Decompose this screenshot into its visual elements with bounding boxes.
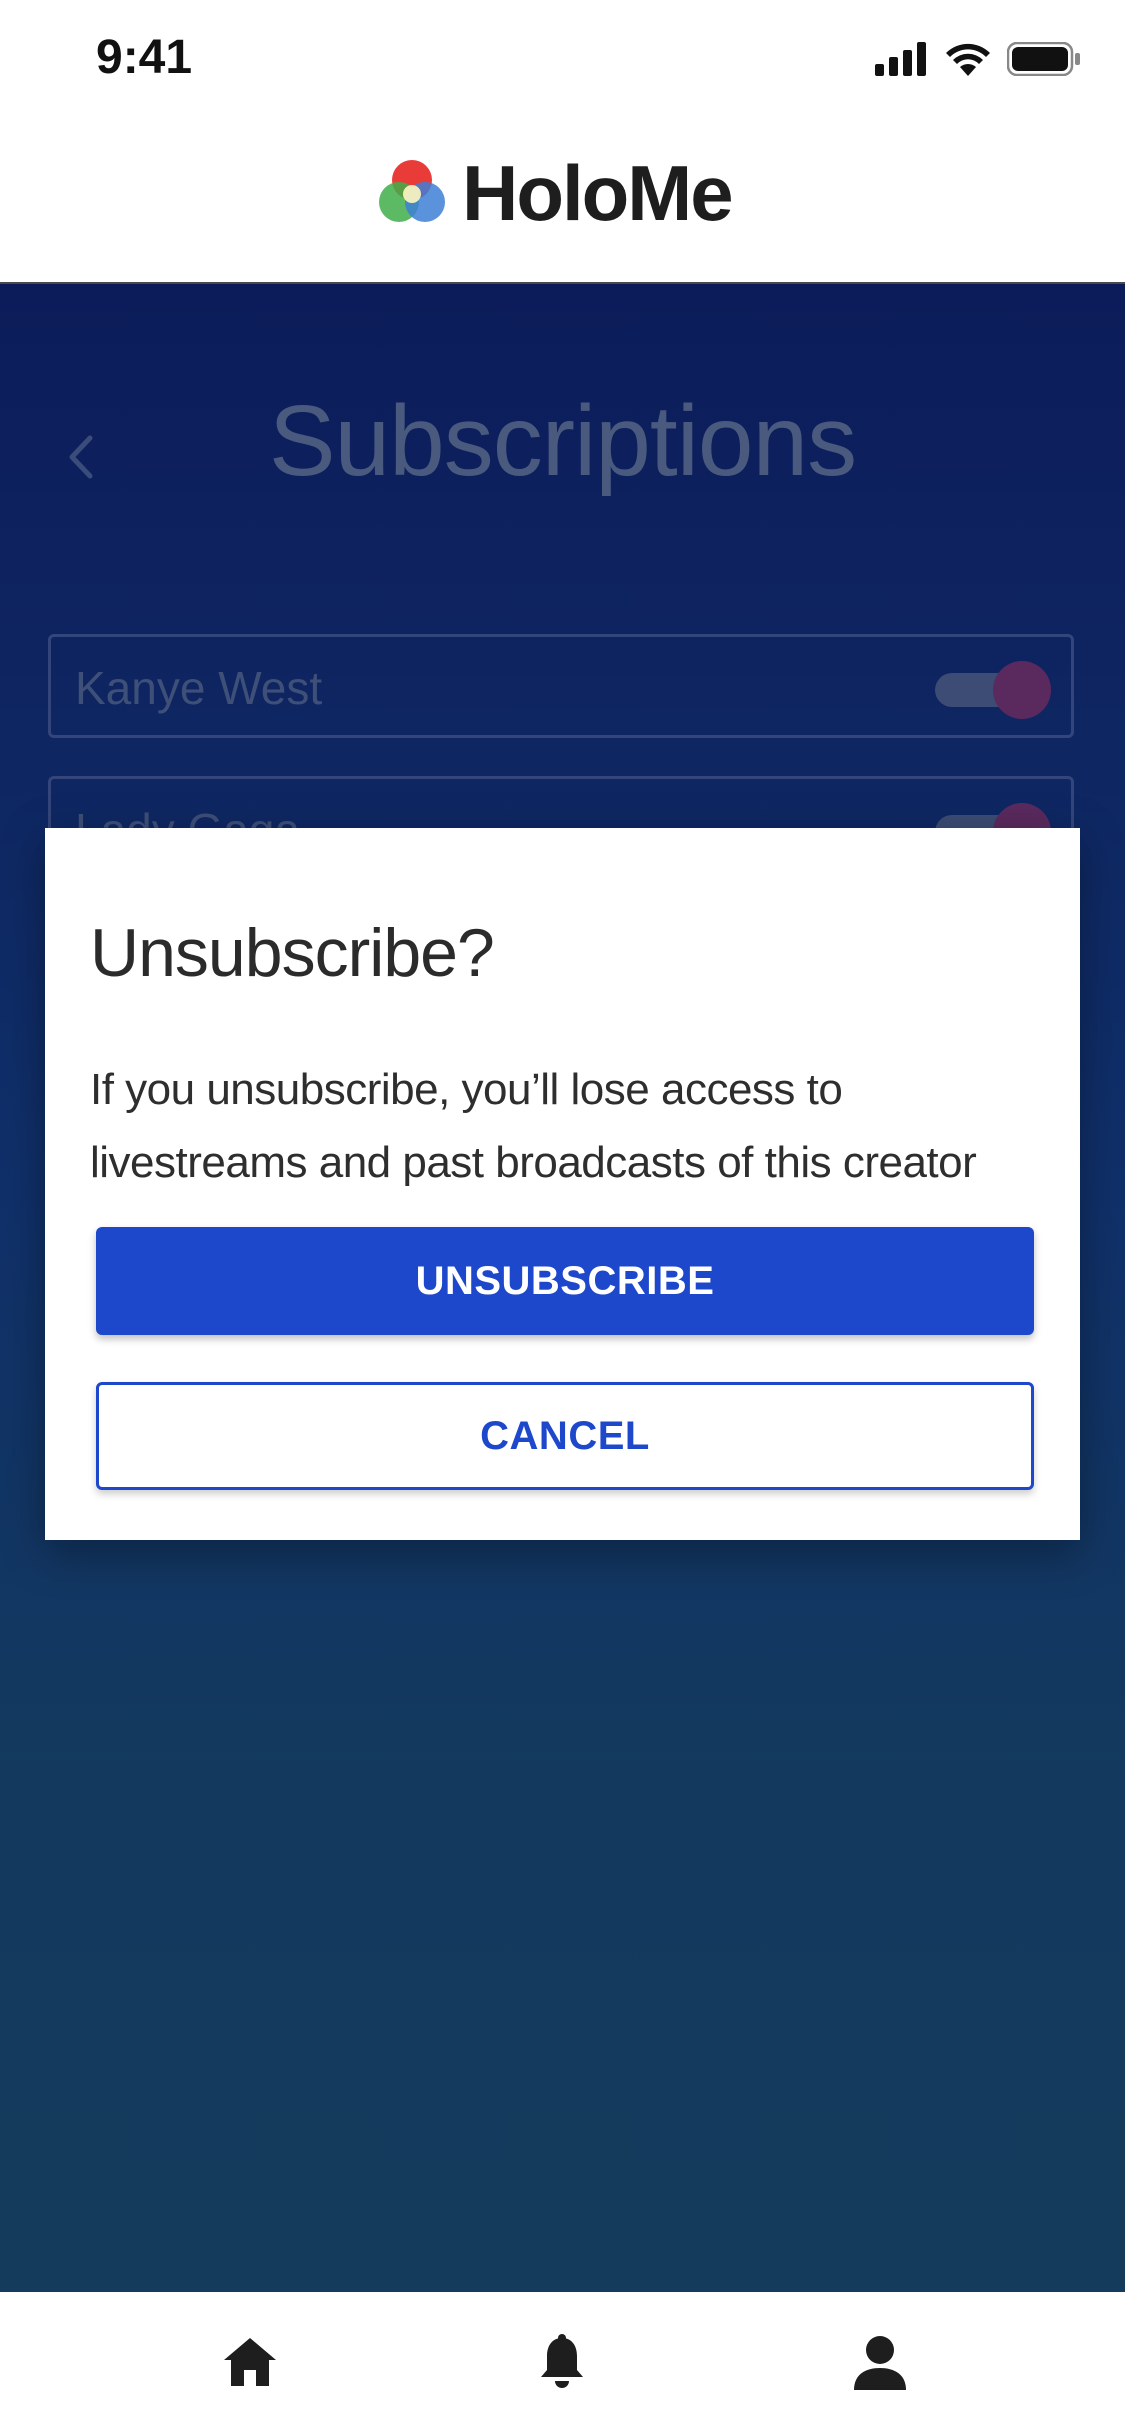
holome-logo-icon bbox=[378, 156, 446, 231]
home-icon bbox=[222, 2336, 278, 2393]
bottom-nav bbox=[0, 2292, 1125, 2436]
subscription-row: Kanye West bbox=[48, 634, 1074, 738]
app-header: HoloMe bbox=[0, 120, 1125, 284]
nav-notifications[interactable] bbox=[530, 2332, 594, 2396]
status-bar: 9:41 bbox=[0, 0, 1125, 120]
status-time: 9:41 bbox=[96, 31, 193, 84]
toggle-knob bbox=[993, 661, 1051, 719]
wifi-icon bbox=[945, 42, 991, 81]
dialog-title: Unsubscribe? bbox=[90, 915, 495, 991]
unsubscribe-dialog: Unsubscribe? If you unsubscribe, you’ll … bbox=[45, 828, 1080, 1540]
cancel-button[interactable]: CANCEL bbox=[96, 1382, 1034, 1490]
brand-name: HoloMe bbox=[462, 149, 734, 237]
subscription-name: Kanye West bbox=[75, 662, 323, 714]
profile-icon bbox=[852, 2334, 908, 2395]
bell-icon bbox=[538, 2333, 586, 2395]
cellular-signal-icon bbox=[875, 42, 929, 81]
status-icons bbox=[875, 41, 1081, 81]
subscription-toggle[interactable] bbox=[935, 661, 1051, 719]
unsubscribe-button[interactable]: UNSUBSCRIBE bbox=[96, 1227, 1034, 1335]
brand: HoloMe bbox=[378, 148, 734, 239]
nav-profile[interactable] bbox=[848, 2332, 912, 2396]
battery-icon bbox=[1006, 41, 1081, 81]
nav-home[interactable] bbox=[218, 2332, 282, 2396]
page-title: Subscriptions bbox=[268, 385, 857, 497]
dialog-message: If you unsubscribe, you’ll lose access t… bbox=[90, 1065, 977, 1187]
